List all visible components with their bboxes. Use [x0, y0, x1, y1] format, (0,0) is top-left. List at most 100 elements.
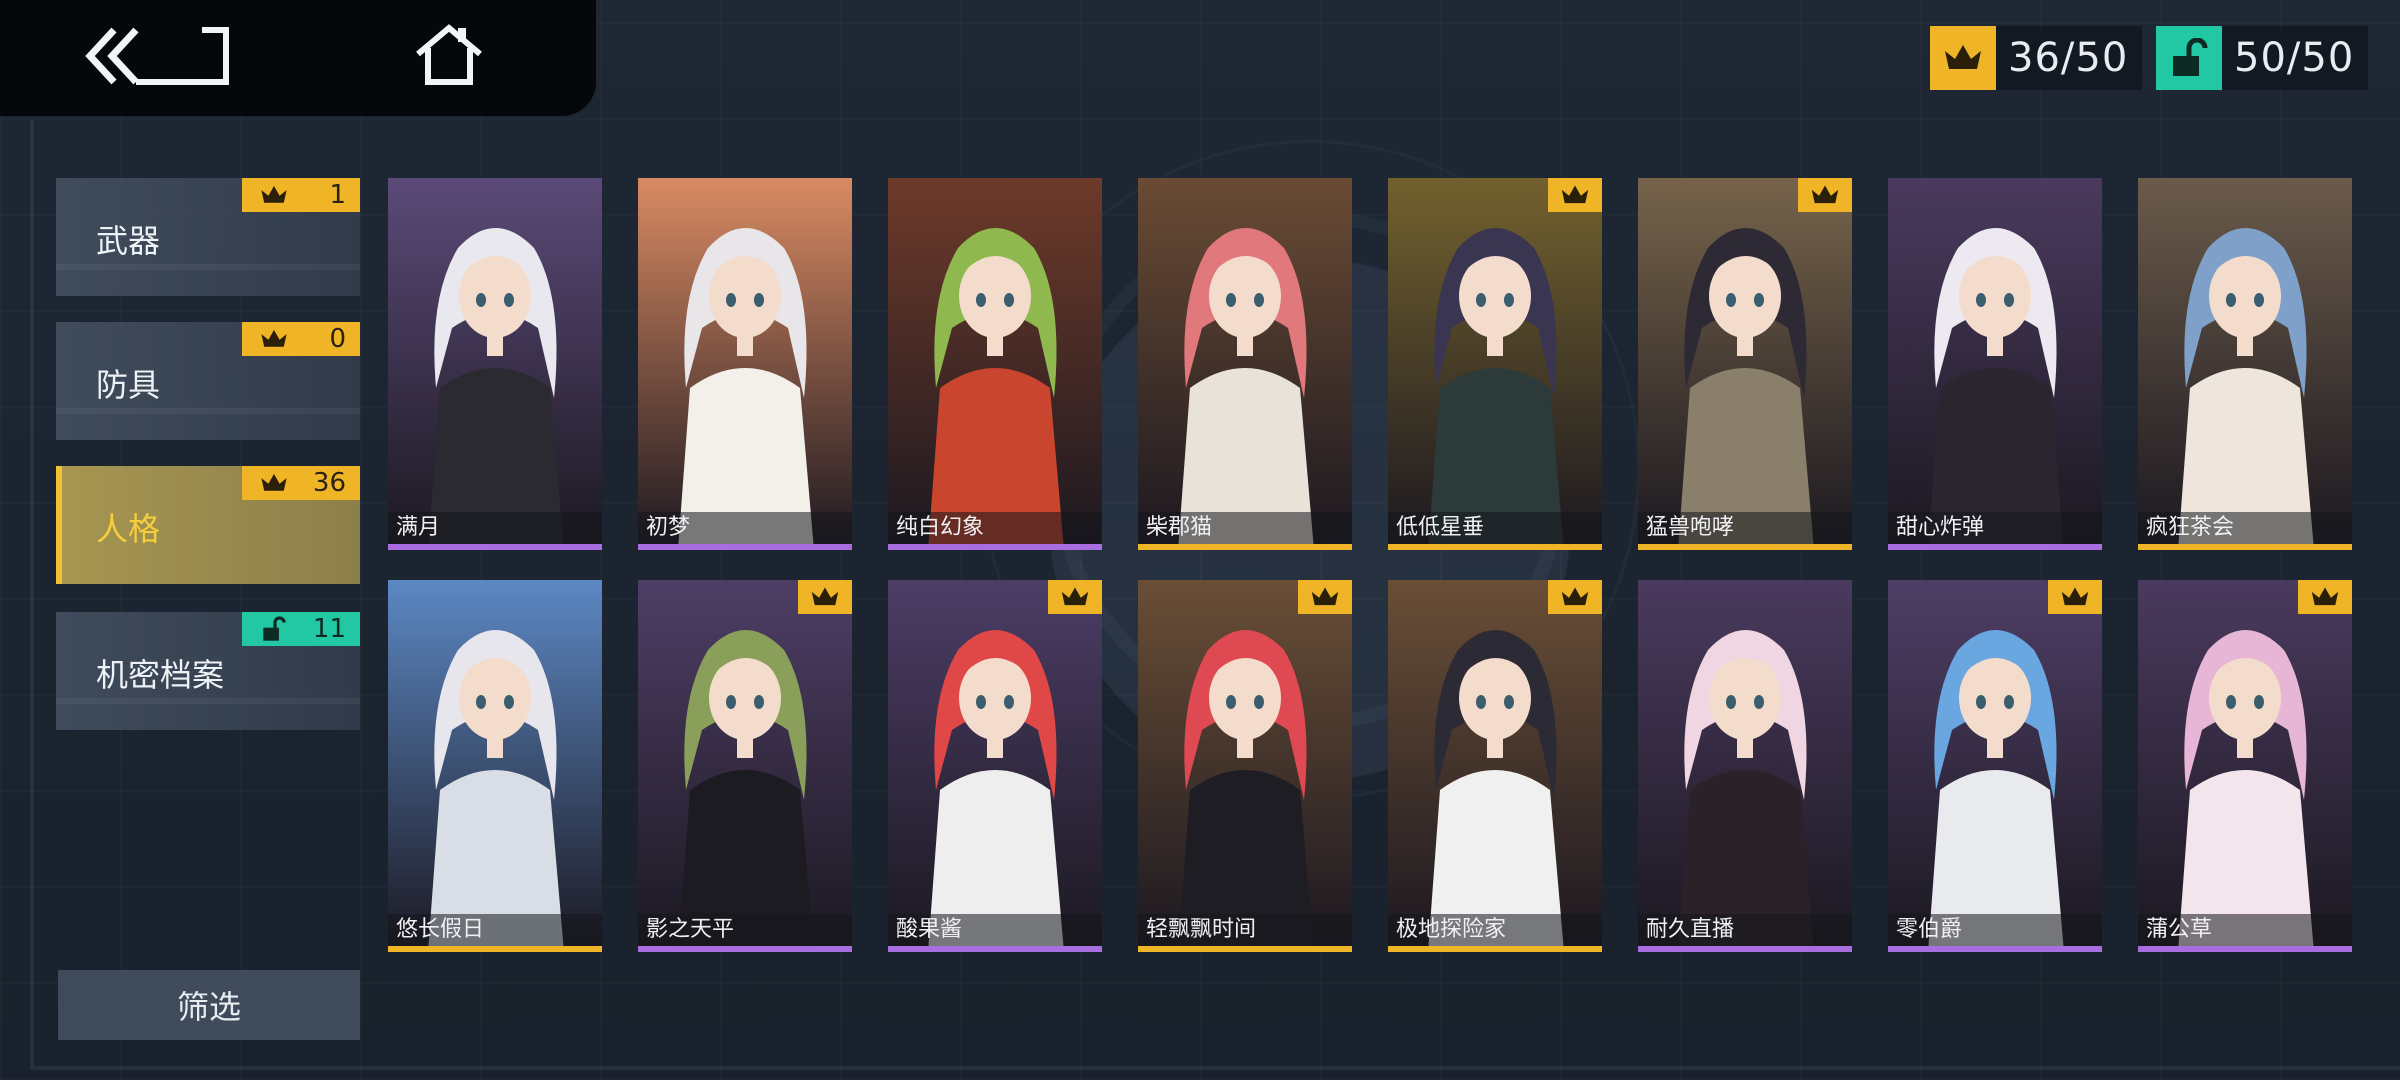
rarity-bar [638, 946, 852, 952]
rarity-bar [388, 544, 602, 550]
personality-card[interactable]: 零伯爵 [1888, 580, 2102, 952]
rarity-bar [888, 544, 1102, 550]
card-artwork [888, 178, 1102, 550]
card-name: 耐久直播 [1638, 914, 1852, 946]
personality-card[interactable]: 初梦 [638, 178, 852, 550]
rarity-bar [1138, 946, 1352, 952]
card-name: 零伯爵 [1888, 914, 2102, 946]
card-artwork [1138, 178, 1352, 550]
crown-icon [1811, 185, 1839, 204]
card-artwork [1638, 178, 1852, 550]
rarity-bar [2138, 544, 2352, 550]
rarity-bar [1388, 946, 1602, 952]
back-arrow-icon [85, 27, 229, 85]
card-artwork [1388, 580, 1602, 952]
personality-card[interactable]: 猛兽咆哮 [1638, 178, 1852, 550]
crown-icon [261, 473, 287, 491]
card-name: 柴郡猫 [1138, 512, 1352, 544]
personality-card[interactable]: 酸果酱 [888, 580, 1102, 952]
card-artwork [2138, 178, 2352, 550]
tab-badge-count: 36 [312, 468, 346, 498]
personality-card[interactable]: 极地探险家 [1388, 580, 1602, 952]
card-artwork [1388, 178, 1602, 550]
personality-card[interactable]: 疯狂茶会 [2138, 178, 2352, 550]
crown-badge [1548, 178, 1602, 212]
card-artwork [1138, 580, 1352, 952]
personality-card[interactable]: 影之天平 [638, 580, 852, 952]
crown-icon [1930, 26, 1996, 90]
card-artwork [1638, 580, 1852, 952]
personality-card[interactable]: 低低星垂 [1388, 178, 1602, 550]
card-name: 蒲公草 [2138, 914, 2352, 946]
card-name: 疯狂茶会 [2138, 512, 2352, 544]
tab-weapons[interactable]: 武器 1 [56, 178, 360, 296]
card-artwork [638, 580, 852, 952]
crown-icon [1311, 587, 1339, 606]
tab-badge: 1 [242, 178, 360, 212]
card-name: 低低星垂 [1388, 512, 1602, 544]
tab-stripe [56, 408, 360, 414]
rarity-bar [1888, 946, 2102, 952]
crown-icon [261, 185, 287, 203]
personality-card[interactable]: 甜心炸弹 [1888, 178, 2102, 550]
crown-icon [261, 329, 287, 347]
unlock-count: 50/50 [2234, 35, 2355, 81]
crown-badge [2048, 580, 2102, 614]
tab-stripe [56, 264, 360, 270]
crown-icon [1061, 587, 1089, 606]
unlock-icon [2156, 26, 2222, 90]
rarity-bar [2138, 946, 2352, 952]
tab-classified-files[interactable]: 机密档案 11 [56, 612, 360, 730]
rarity-bar [1638, 946, 1852, 952]
filter-button[interactable]: 筛选 [58, 970, 360, 1040]
tab-badge: 11 [242, 612, 360, 646]
home-button[interactable] [414, 24, 484, 88]
rarity-bar [638, 544, 852, 550]
crown-icon [2061, 587, 2089, 606]
personality-card[interactable]: 悠长假日 [388, 580, 602, 952]
unlock-icon [263, 616, 286, 641]
crown-icon [1561, 587, 1589, 606]
tab-personality[interactable]: 人格 36 [56, 466, 360, 584]
tab-badge-count: 1 [329, 180, 346, 210]
card-name: 影之天平 [638, 914, 852, 946]
crown-icon [811, 587, 839, 606]
crown-badge [1048, 580, 1102, 614]
crown-icon [1561, 185, 1589, 204]
rarity-bar [388, 946, 602, 952]
tab-badge-count: 11 [312, 614, 346, 644]
rarity-bar [1888, 544, 2102, 550]
card-name: 猛兽咆哮 [1638, 512, 1852, 544]
crown-badge [1298, 580, 1352, 614]
tab-badge: 0 [242, 322, 360, 356]
tab-label: 防具 [96, 366, 161, 404]
card-name: 满月 [388, 512, 602, 544]
rarity-bar [1638, 544, 1852, 550]
home-icon [416, 24, 482, 85]
tab-label: 机密档案 [96, 656, 225, 694]
back-button[interactable] [84, 24, 234, 88]
card-name: 酸果酱 [888, 914, 1102, 946]
tab-label: 人格 [96, 510, 161, 548]
crown-badge [1548, 580, 1602, 614]
personality-card[interactable]: 满月 [388, 178, 602, 550]
card-artwork [1888, 580, 2102, 952]
crown-badge [1798, 178, 1852, 212]
card-name: 轻飘飘时间 [1138, 914, 1352, 946]
card-artwork [388, 178, 602, 550]
tab-armor[interactable]: 防具 0 [56, 322, 360, 440]
personality-card[interactable]: 耐久直播 [1638, 580, 1852, 952]
rarity-bar [1388, 544, 1602, 550]
tab-label: 武器 [96, 222, 161, 260]
personality-card[interactable]: 蒲公草 [2138, 580, 2352, 952]
personality-card[interactable]: 纯白幻象 [888, 178, 1102, 550]
card-artwork [888, 580, 1102, 952]
crown-icon [2311, 587, 2339, 606]
crown-badge [2298, 580, 2352, 614]
crown-counter: 36/50 [1930, 26, 2143, 90]
rarity-bar [1138, 544, 1352, 550]
card-name: 甜心炸弹 [1888, 512, 2102, 544]
personality-card[interactable]: 轻飘飘时间 [1138, 580, 1352, 952]
card-artwork [388, 580, 602, 952]
personality-card[interactable]: 柴郡猫 [1138, 178, 1352, 550]
